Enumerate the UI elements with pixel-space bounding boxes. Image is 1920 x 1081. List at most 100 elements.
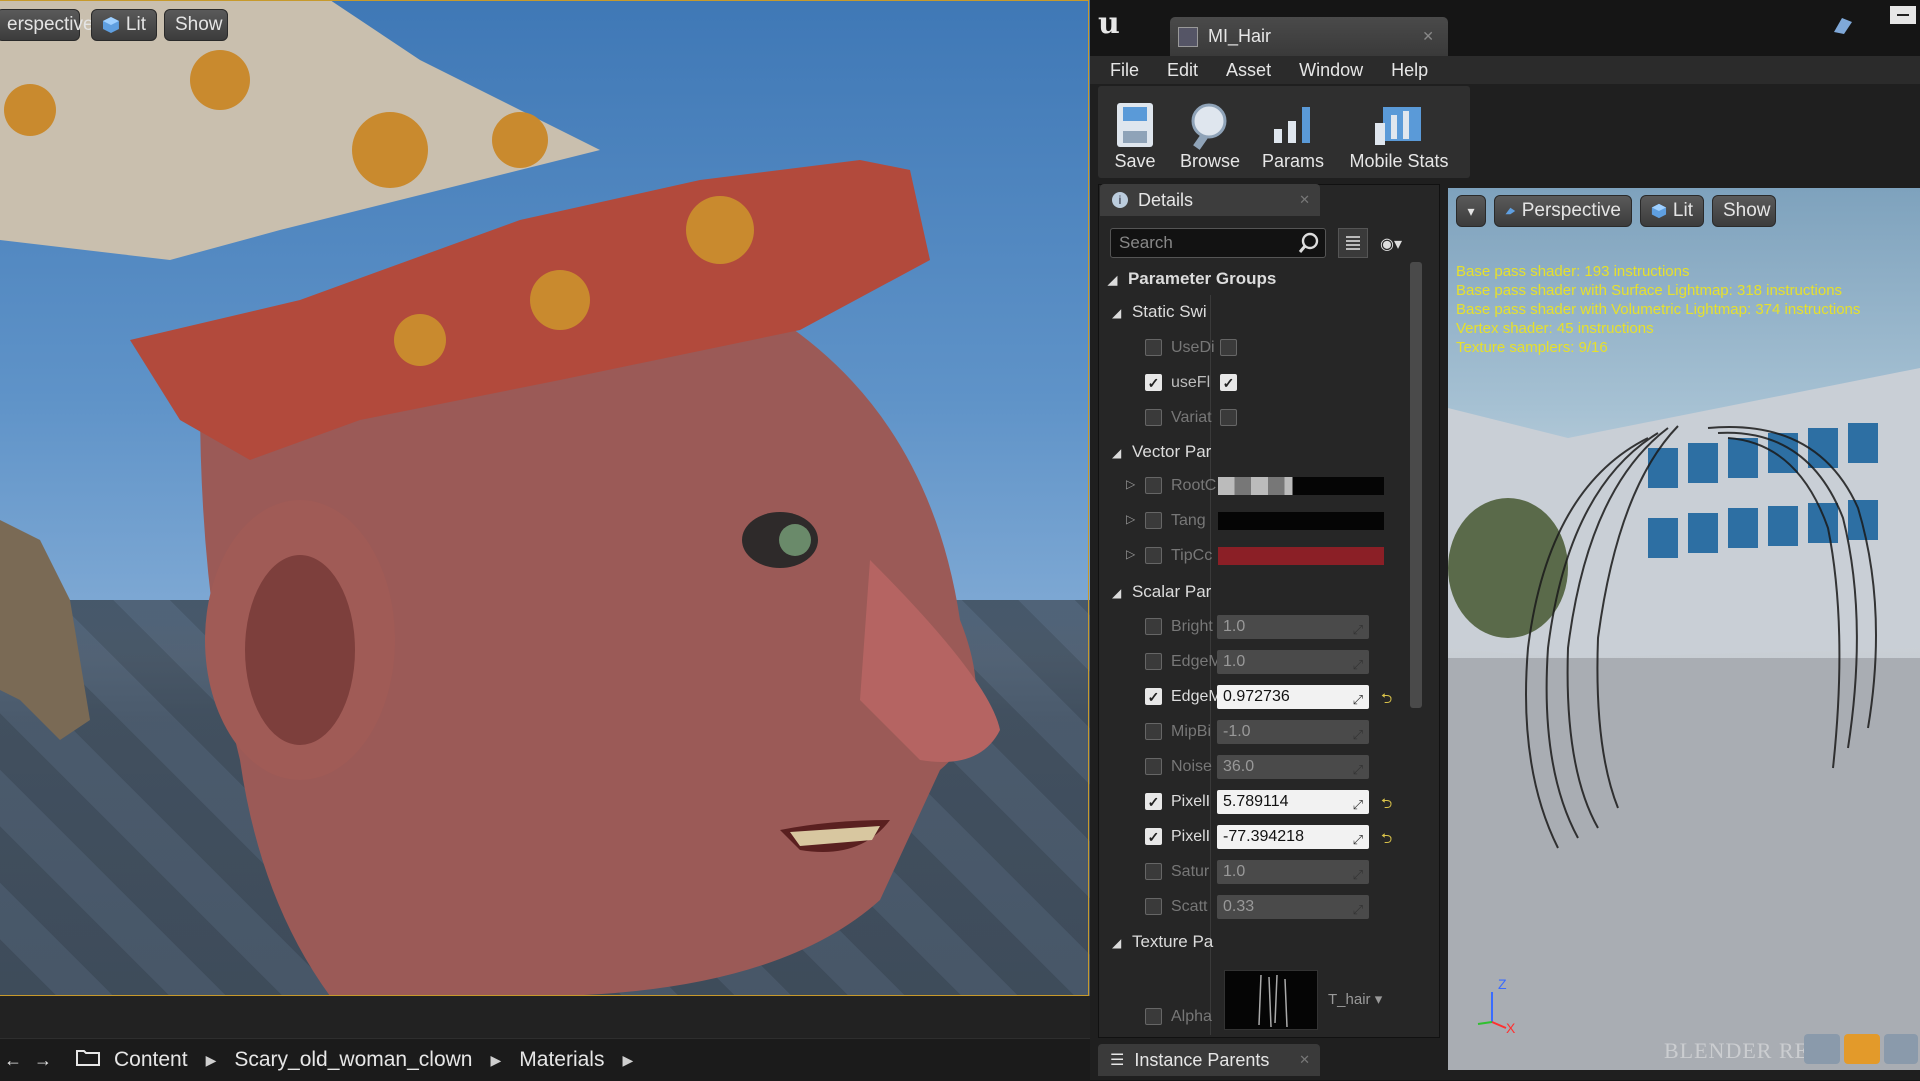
preview-mesh-sphere-icon[interactable] bbox=[1804, 1034, 1840, 1064]
static-switch-group-header[interactable]: ◢ Static Swi bbox=[1112, 302, 1207, 322]
vector-group-header[interactable]: ◢ Vector Par bbox=[1112, 442, 1211, 462]
path-crumb-folder[interactable]: Scary_old_woman_clown bbox=[234, 1048, 472, 1072]
details-tab-label: Details bbox=[1138, 189, 1194, 210]
scalar-value-field[interactable]: 36.0 ⤢ bbox=[1217, 755, 1369, 779]
back-arrow-icon[interactable]: ← bbox=[4, 1050, 22, 1071]
preview-mesh-plane-icon[interactable] bbox=[1884, 1034, 1918, 1064]
view-options-grid-icon[interactable] bbox=[1338, 228, 1368, 258]
override-checkbox[interactable] bbox=[1145, 723, 1162, 740]
feedback-flag-icon[interactable] bbox=[1832, 16, 1854, 34]
viewport-options-button[interactable]: ▾ bbox=[1456, 195, 1486, 227]
path-separator-icon[interactable]: ▶ bbox=[206, 1052, 217, 1069]
asset-tab-title: MI_Hair bbox=[1208, 26, 1272, 46]
texture-asset-dropdown[interactable]: T_hair ▾ bbox=[1328, 990, 1382, 1008]
params-label: Params bbox=[1261, 151, 1324, 171]
menu-window[interactable]: Window bbox=[1285, 60, 1377, 81]
texture-group-header[interactable]: ◢ Texture Pa bbox=[1112, 932, 1213, 952]
close-tab-icon[interactable]: ✕ bbox=[1422, 28, 1434, 45]
preview-show-button[interactable]: Show bbox=[1712, 195, 1776, 227]
menu-help[interactable]: Help bbox=[1377, 60, 1442, 81]
scalar-value-field[interactable]: -1.0 ⤢ bbox=[1217, 720, 1369, 744]
save-button[interactable]: Save bbox=[1098, 86, 1172, 178]
scalar-value-field[interactable]: 1.0 ⤢ bbox=[1217, 650, 1369, 674]
main-viewport[interactable]: erspective Lit Show bbox=[0, 0, 1090, 996]
param-label: Variat bbox=[1171, 409, 1212, 426]
minimize-button[interactable] bbox=[1890, 6, 1916, 24]
override-checkbox[interactable] bbox=[1145, 688, 1162, 705]
params-button[interactable]: Params bbox=[1248, 86, 1338, 178]
search-icon[interactable] bbox=[1298, 232, 1320, 259]
details-tab[interactable]: i Details ✕ bbox=[1100, 184, 1320, 216]
asset-tab[interactable]: MI_Hair ✕ bbox=[1170, 17, 1448, 56]
preview-mesh-selected-icon[interactable] bbox=[1844, 1034, 1880, 1064]
override-checkbox[interactable] bbox=[1145, 409, 1162, 426]
path-separator-icon[interactable]: ▶ bbox=[490, 1052, 501, 1069]
forward-arrow-icon[interactable]: → bbox=[34, 1050, 52, 1071]
close-details-icon[interactable]: ✕ bbox=[1299, 192, 1310, 208]
scalar-value: 1.0 bbox=[1223, 863, 1246, 880]
scalar-group-header[interactable]: ◢ Scalar Par bbox=[1112, 582, 1211, 602]
param-label: Bright bbox=[1171, 618, 1213, 635]
reset-to-default-icon[interactable]: ⮌ bbox=[1381, 828, 1392, 852]
color-swatch[interactable] bbox=[1218, 477, 1384, 495]
path-crumb-content[interactable]: Content bbox=[114, 1048, 188, 1072]
visibility-eye-icon[interactable]: ◉▾ bbox=[1380, 234, 1402, 254]
scalar-value-field[interactable]: 0.972736 ⤢ bbox=[1217, 685, 1369, 709]
override-checkbox[interactable] bbox=[1145, 477, 1162, 494]
mobile-stats-button[interactable]: Mobile Stats bbox=[1338, 86, 1460, 178]
scalar-value-field[interactable]: 1.0 ⤢ bbox=[1217, 860, 1369, 884]
override-checkbox[interactable] bbox=[1145, 1008, 1162, 1025]
expand-arrow-icon[interactable]: ▷ bbox=[1126, 512, 1135, 526]
override-checkbox[interactable] bbox=[1145, 863, 1162, 880]
browse-button[interactable]: Browse bbox=[1172, 86, 1248, 178]
path-crumb-materials[interactable]: Materials bbox=[519, 1048, 604, 1072]
reset-to-default-icon[interactable]: ⮌ bbox=[1381, 688, 1392, 712]
color-swatch[interactable] bbox=[1218, 547, 1384, 565]
scalar-value-field[interactable]: 5.789114 ⤢ bbox=[1217, 790, 1369, 814]
menu-file[interactable]: File bbox=[1096, 60, 1153, 81]
param-row-scalar: Scatt 0.33 ⤢ bbox=[1145, 895, 1405, 919]
value-checkbox[interactable] bbox=[1220, 409, 1237, 426]
texture-thumbnail[interactable] bbox=[1224, 970, 1318, 1030]
preview-lit-button[interactable]: Lit bbox=[1640, 195, 1704, 227]
expand-arrow-icon[interactable]: ▷ bbox=[1126, 477, 1135, 491]
override-checkbox[interactable] bbox=[1145, 547, 1162, 564]
override-checkbox[interactable] bbox=[1145, 793, 1162, 810]
reset-to-default-icon[interactable]: ⮌ bbox=[1381, 793, 1392, 817]
drag-resize-icon: ⤢ bbox=[1352, 867, 1363, 882]
color-swatch[interactable] bbox=[1218, 512, 1384, 530]
param-label: useFl bbox=[1171, 374, 1211, 391]
dropdown-arrow-icon: ▾ bbox=[1467, 203, 1475, 219]
close-instance-parents-icon[interactable]: ✕ bbox=[1299, 1052, 1310, 1068]
value-checkbox[interactable] bbox=[1220, 339, 1237, 356]
material-preview-viewport[interactable]: ▾ Perspective Lit Show Base pass shader:… bbox=[1448, 188, 1920, 1070]
override-checkbox[interactable] bbox=[1145, 828, 1162, 845]
scalar-value-field[interactable]: -77.394218 ⤢ bbox=[1217, 825, 1369, 849]
texture-name: T_hair bbox=[1328, 991, 1371, 1008]
instance-parents-tab[interactable]: ☰ Instance Parents ✕ bbox=[1098, 1044, 1320, 1076]
override-checkbox[interactable] bbox=[1145, 339, 1162, 356]
details-search-input[interactable]: Search bbox=[1110, 228, 1326, 258]
preview-show-label: Show bbox=[1723, 200, 1771, 221]
override-checkbox[interactable] bbox=[1145, 374, 1162, 391]
override-checkbox[interactable] bbox=[1145, 758, 1162, 775]
stats-line: Texture samplers: 9/16 bbox=[1456, 339, 1608, 356]
scalar-value-field[interactable]: 0.33 ⤢ bbox=[1217, 895, 1369, 919]
menu-edit[interactable]: Edit bbox=[1153, 60, 1212, 81]
value-checkbox[interactable] bbox=[1220, 374, 1237, 391]
details-scrollbar[interactable] bbox=[1410, 262, 1422, 708]
override-checkbox[interactable] bbox=[1145, 618, 1162, 635]
mobile-stats-icon bbox=[1375, 107, 1421, 145]
override-checkbox[interactable] bbox=[1145, 898, 1162, 915]
menu-asset[interactable]: Asset bbox=[1212, 60, 1285, 81]
expand-arrow-icon[interactable]: ▷ bbox=[1126, 547, 1135, 561]
parameter-groups-header[interactable]: ◢ Parameter Groups bbox=[1108, 269, 1276, 289]
param-label: MipBi bbox=[1171, 723, 1212, 740]
override-checkbox[interactable] bbox=[1145, 653, 1162, 670]
override-checkbox[interactable] bbox=[1145, 512, 1162, 529]
preview-perspective-button[interactable]: Perspective bbox=[1494, 195, 1632, 227]
viewport-focus-border bbox=[0, 0, 1089, 996]
scalar-value-field[interactable]: 1.0 ⤢ bbox=[1217, 615, 1369, 639]
path-separator-icon[interactable]: ▶ bbox=[622, 1052, 633, 1069]
browse-label: Browse bbox=[1179, 151, 1241, 171]
